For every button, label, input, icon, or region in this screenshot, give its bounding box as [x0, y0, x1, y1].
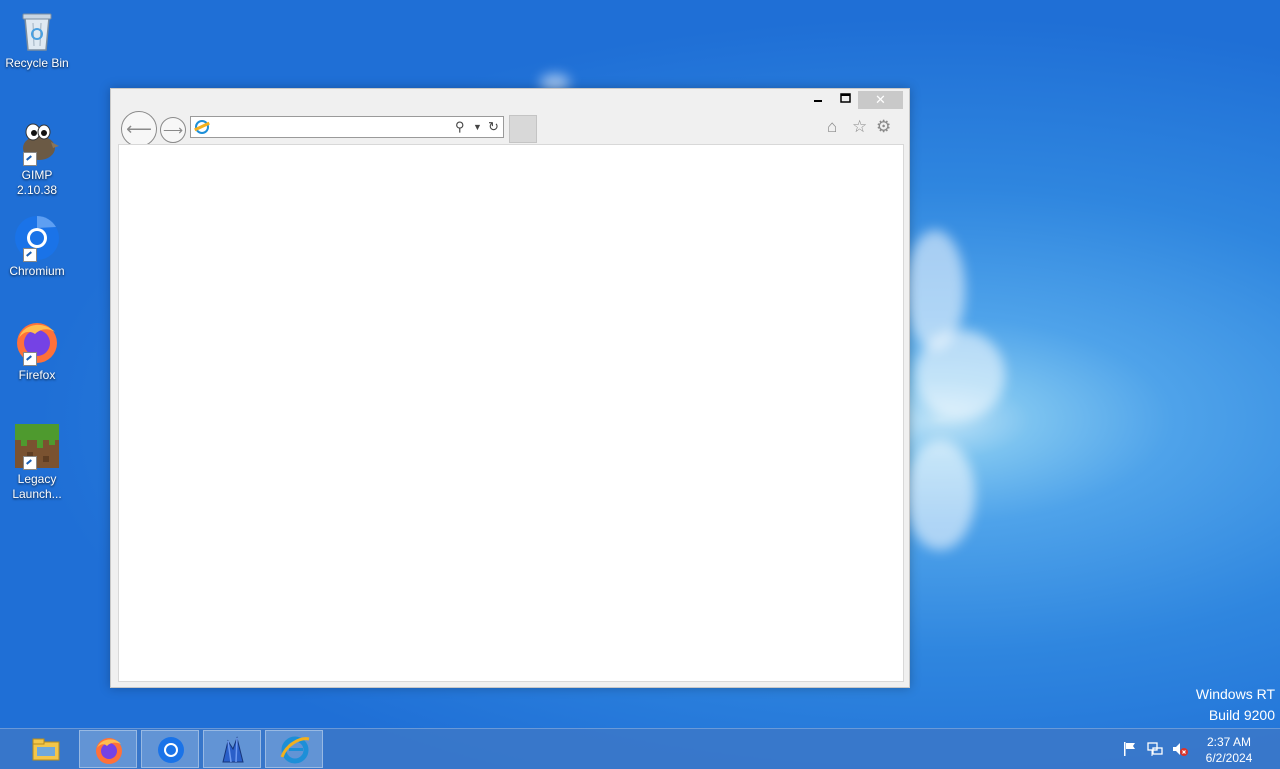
- navigation-bar: ⟵ ⟶ ⚲ ▼ ↻ ⌂ ☆ ⚙: [111, 111, 909, 147]
- network-icon[interactable]: [1147, 741, 1163, 757]
- firefox-icon: [13, 318, 61, 366]
- watermark-build: Build 9200: [1208, 707, 1275, 723]
- maximize-button[interactable]: [832, 91, 858, 109]
- forward-button[interactable]: ⟶: [160, 117, 186, 143]
- search-icon[interactable]: ⚲: [455, 119, 465, 135]
- windows-build-watermark: Windows RT Build 9200: [1196, 684, 1275, 726]
- favorites-star-icon[interactable]: ☆: [852, 117, 867, 137]
- minimize-icon: [814, 100, 822, 102]
- volume-muted-icon[interactable]: [1172, 741, 1188, 757]
- desktop-icon-firefox[interactable]: Firefox: [2, 318, 72, 383]
- desktop-icon-label: Chromium: [9, 264, 65, 278]
- desktop-icon-label: Firefox: [18, 368, 56, 382]
- internet-explorer-icon: [280, 736, 310, 764]
- taskbar-chromium[interactable]: [141, 730, 199, 768]
- chromium-icon: [13, 214, 61, 262]
- minecraft-grass-block-icon: [13, 422, 61, 470]
- close-button[interactable]: ✕: [858, 91, 903, 109]
- shortcut-arrow-icon: [23, 152, 37, 166]
- internet-explorer-window[interactable]: ✕ ⟵ ⟶ ⚲ ▼ ↻ ⌂ ☆ ⚙: [110, 88, 910, 688]
- desktop-icon-recycle-bin[interactable]: Recycle Bin: [2, 6, 72, 71]
- shortcut-arrow-icon: [23, 248, 37, 262]
- clock-date: 6/2/2024: [1205, 751, 1253, 765]
- desktop-icon-label: Legacy Launch...: [12, 472, 62, 501]
- shortcut-arrow-icon: [23, 352, 37, 366]
- home-icon[interactable]: ⌂: [827, 117, 837, 137]
- maximize-icon: [839, 93, 851, 103]
- wallpaper-petal: [905, 440, 975, 550]
- gimp-icon: [13, 118, 61, 166]
- forward-arrow-icon: ⟶: [162, 122, 184, 138]
- app-crystal-icon: [222, 736, 244, 763]
- taskbar-app-crystal[interactable]: [203, 730, 261, 768]
- shortcut-arrow-icon: [23, 456, 37, 470]
- firefox-icon: [96, 738, 122, 764]
- taskbar-internet-explorer[interactable]: [265, 730, 323, 768]
- desktop-icon-label: Recycle Bin: [5, 56, 69, 70]
- page-content-area[interactable]: [118, 144, 904, 682]
- taskbar-firefox[interactable]: [79, 730, 137, 768]
- tools-gear-icon[interactable]: ⚙: [876, 117, 891, 137]
- recycle-bin-icon: [13, 6, 61, 54]
- watermark-edition: Windows RT: [1195, 686, 1275, 702]
- refresh-icon[interactable]: ↻: [488, 119, 499, 135]
- system-clock[interactable]: 2:37 AM 6/2/2024: [1190, 734, 1268, 766]
- address-bar[interactable]: ⚲ ▼ ↻: [190, 116, 504, 138]
- clock-time: 2:37 AM: [1206, 735, 1252, 749]
- minimize-button[interactable]: [805, 91, 831, 109]
- desktop-icon-label: GIMP 2.10.38: [16, 168, 58, 197]
- new-tab-button[interactable]: [509, 115, 537, 143]
- dropdown-arrow-icon[interactable]: ▼: [473, 122, 482, 132]
- window-titlebar[interactable]: ✕: [111, 89, 909, 111]
- chromium-icon: [158, 737, 184, 763]
- wallpaper-petal: [915, 330, 1005, 420]
- taskbar: 2:37 AM 6/2/2024: [0, 728, 1280, 769]
- desktop-icon-gimp[interactable]: GIMP 2.10.38: [2, 118, 72, 198]
- back-button[interactable]: ⟵: [121, 111, 157, 147]
- file-explorer-icon: [32, 738, 60, 761]
- action-center-flag-icon[interactable]: [1122, 741, 1138, 757]
- close-icon: ✕: [875, 92, 886, 107]
- taskbar-file-explorer[interactable]: [17, 730, 75, 768]
- desktop-icon-legacy-launcher[interactable]: Legacy Launch...: [2, 422, 72, 502]
- address-input[interactable]: [213, 118, 447, 138]
- desktop-icon-chromium[interactable]: Chromium: [2, 214, 72, 279]
- back-arrow-icon: ⟵: [126, 119, 152, 139]
- ie-page-icon: [195, 120, 209, 134]
